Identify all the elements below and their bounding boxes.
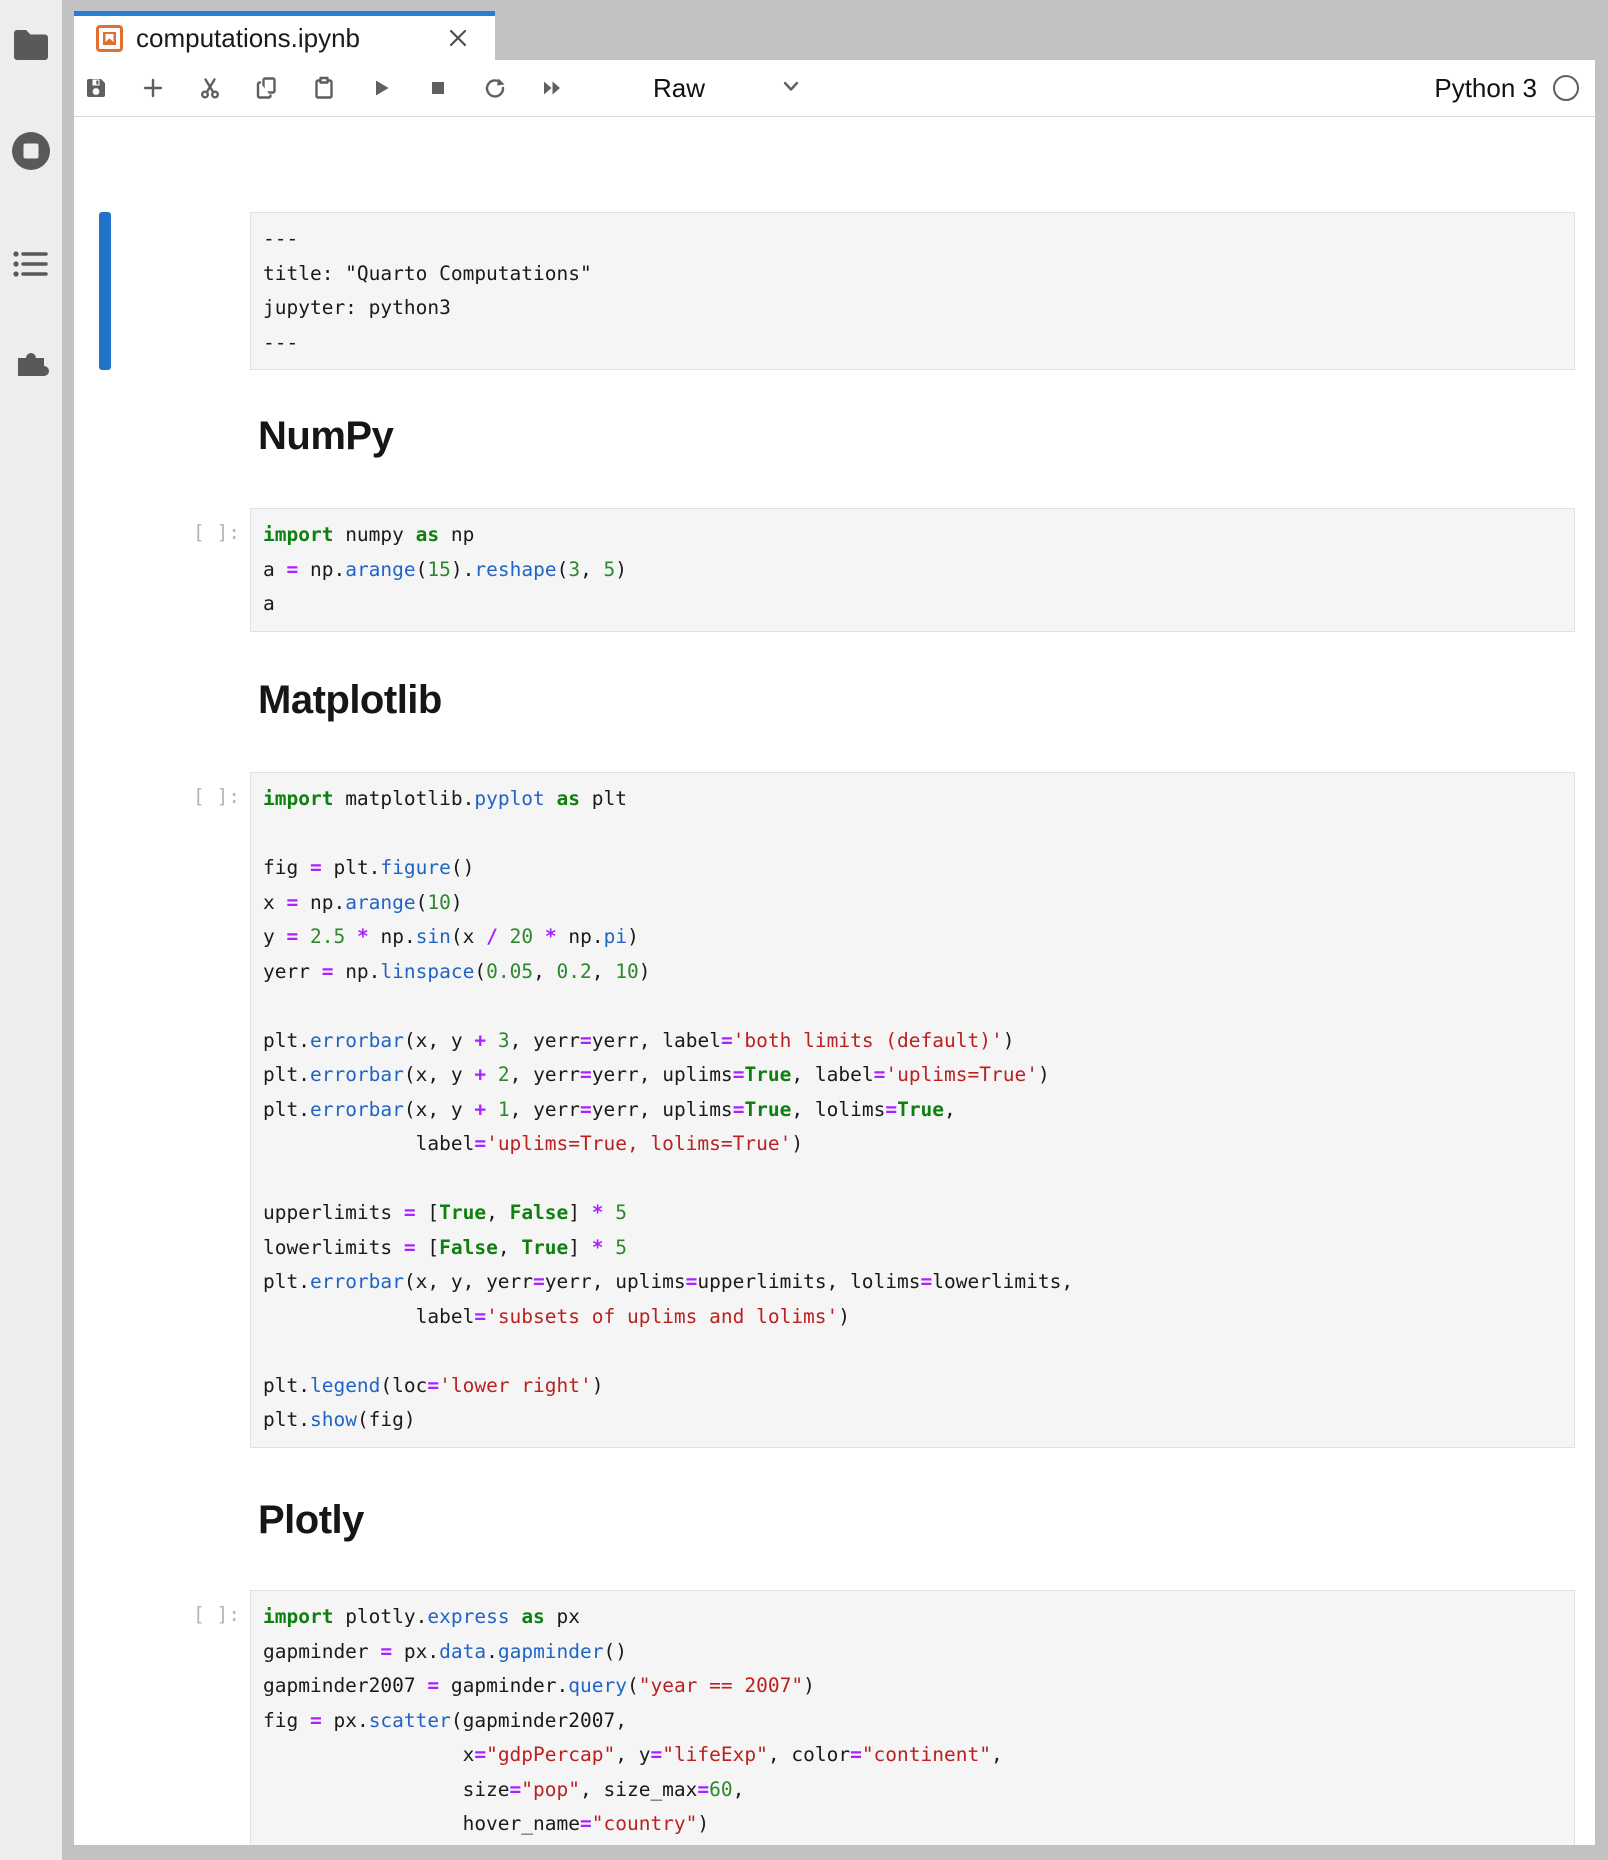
cell-type-dropdown[interactable]: Raw	[653, 73, 803, 104]
paste-icon[interactable]	[312, 76, 336, 100]
restart-run-all-icon[interactable]	[540, 76, 564, 100]
left-activity-bar	[0, 0, 62, 1860]
restart-kernel-icon[interactable]	[483, 76, 507, 100]
notebook-file-icon	[96, 25, 123, 52]
heading-numpy[interactable]: NumPy	[258, 414, 393, 459]
heading-plotly[interactable]: Plotly	[258, 1498, 364, 1543]
code-cell-box[interactable]: import plotly.express as pxgapminder = p…	[250, 1590, 1575, 1845]
insert-cell-icon[interactable]	[141, 76, 165, 100]
puzzle-icon	[12, 344, 50, 382]
cell-prompt: [ ]:	[140, 780, 240, 815]
table-of-contents-tab[interactable]	[13, 246, 49, 282]
cell-prompt: [ ]:	[140, 516, 240, 551]
code-editor[interactable]: import numpy as npa = np.arange(15).resh…	[263, 518, 1562, 622]
extensions-tab[interactable]	[13, 345, 49, 381]
copy-icon[interactable]	[255, 76, 279, 100]
cut-icon[interactable]	[198, 76, 222, 100]
file-browser-tab[interactable]	[13, 27, 49, 63]
kernel-area: Python 3	[1434, 73, 1579, 104]
kernel-status-icon[interactable]	[1553, 75, 1579, 101]
close-icon[interactable]	[445, 25, 471, 51]
notebook-content: ---title: "Quarto Computations"jupyter: …	[74, 118, 1595, 1845]
cell-raw-frontmatter[interactable]: ---title: "Quarto Computations"jupyter: …	[250, 212, 1575, 370]
notebook-toolbar: Raw Python 3	[74, 60, 1595, 117]
code-cell-box[interactable]: import numpy as npa = np.arange(15).resh…	[250, 508, 1575, 632]
tab-computations-ipynb[interactable]: computations.ipynb	[74, 11, 495, 60]
code-editor[interactable]: import plotly.express as pxgapminder = p…	[263, 1600, 1562, 1845]
folder-icon	[12, 28, 50, 62]
cell-prompt: [ ]:	[140, 1598, 240, 1633]
save-icon[interactable]	[84, 76, 108, 100]
run-icon[interactable]	[369, 76, 393, 100]
list-icon	[13, 249, 49, 279]
code-cell-box[interactable]: import matplotlib.pyplot as plt fig = pl…	[250, 772, 1575, 1448]
kernel-name[interactable]: Python 3	[1434, 73, 1537, 104]
raw-cell-editor[interactable]: ---title: "Quarto Computations"jupyter: …	[263, 222, 1562, 360]
heading-matplotlib[interactable]: Matplotlib	[258, 678, 442, 723]
code-editor[interactable]: import matplotlib.pyplot as plt fig = pl…	[263, 782, 1562, 1438]
running-sessions-tab[interactable]	[13, 133, 49, 169]
stop-circle-icon	[10, 130, 52, 172]
interrupt-kernel-icon[interactable]	[426, 76, 450, 100]
cell-type-selected: Raw	[653, 73, 705, 104]
tab-title: computations.ipynb	[136, 23, 445, 54]
active-cell-indicator	[99, 212, 111, 370]
notebook-panel: Raw Python 3 ---title: "Quarto Computati…	[74, 60, 1595, 1845]
chevron-down-icon	[779, 74, 803, 103]
